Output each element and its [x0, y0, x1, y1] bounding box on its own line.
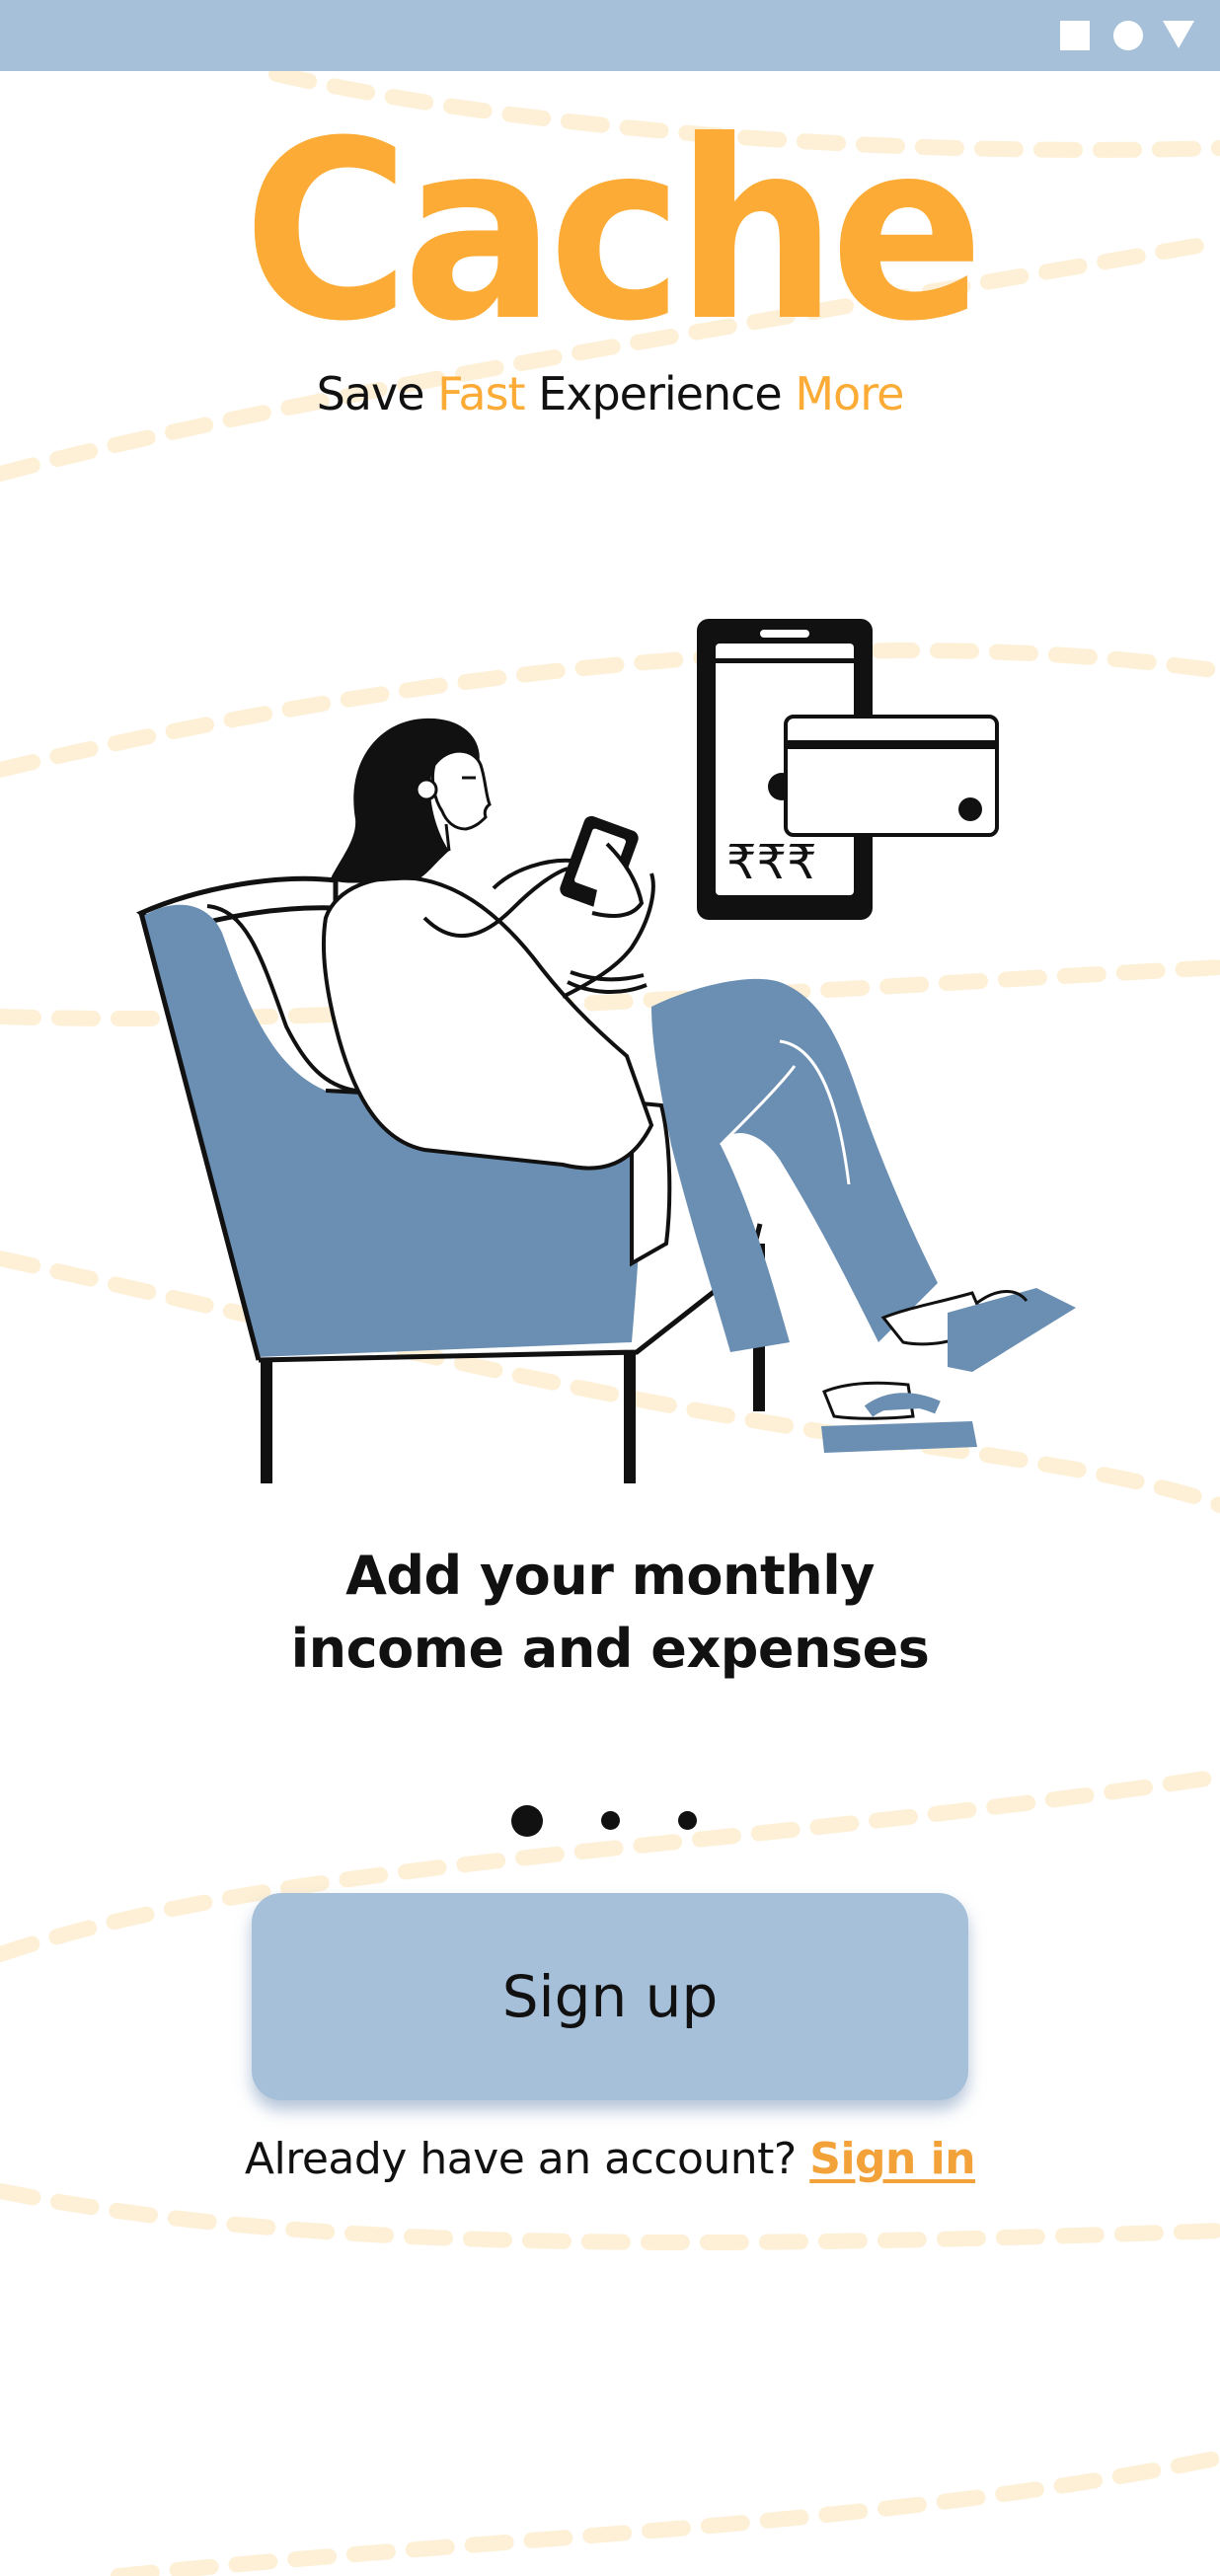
circle-icon [1113, 21, 1143, 50]
page-dot-active[interactable] [511, 1805, 543, 1837]
page-dot[interactable] [678, 1811, 697, 1830]
tagline-more: More [795, 367, 904, 420]
headline-line-1: Add your monthly [345, 1545, 875, 1607]
tagline-experience: Experience [524, 367, 796, 420]
onboarding-headline: Add your monthly income and expenses [0, 1540, 1220, 1686]
status-bar [0, 0, 1220, 71]
triangle-icon [1163, 21, 1194, 48]
tagline-fast: Fast [437, 367, 525, 420]
signin-prompt: Already have an account? [244, 2134, 810, 2184]
app-tagline: Save Fast Experience More [0, 367, 1220, 420]
tagline-save: Save [316, 367, 438, 420]
square-icon [1060, 21, 1090, 50]
signup-button[interactable]: Sign up [252, 1893, 968, 2100]
signin-row: Already have an account? Sign in [0, 2134, 1220, 2184]
currency-text: ₹₹₹ [726, 835, 817, 890]
woman-on-armchair-with-phone-illustration: ₹₹₹ [136, 619, 1076, 1483]
phone-payment-icon: ₹₹₹ [697, 619, 999, 920]
headline-line-2: income and expenses [290, 1618, 930, 1680]
app-logo: Cache [243, 88, 984, 375]
page-indicator [0, 1796, 1220, 1846]
signin-link[interactable]: Sign in [809, 2134, 975, 2184]
page-dot[interactable] [601, 1811, 620, 1830]
